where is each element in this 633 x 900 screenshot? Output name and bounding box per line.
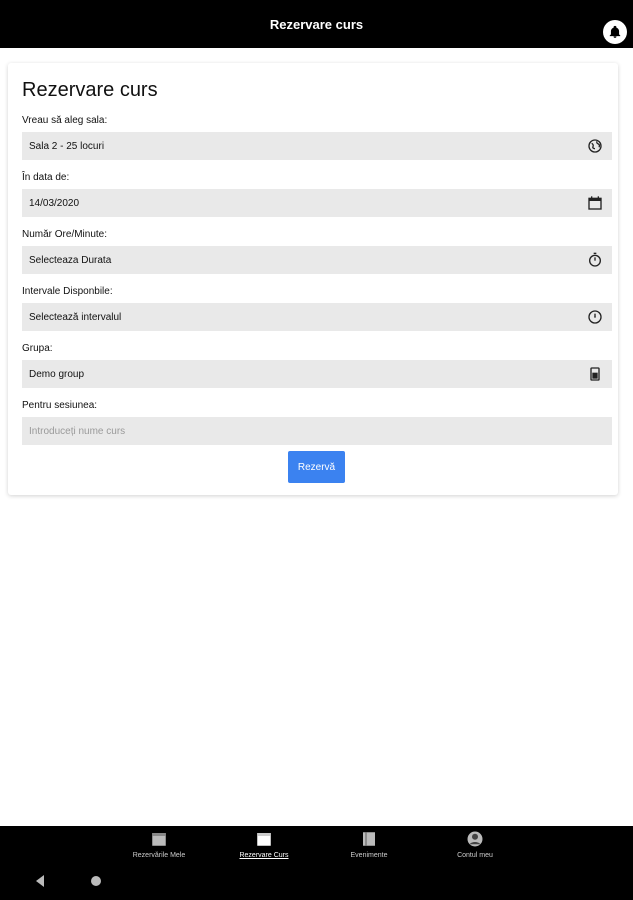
room-select[interactable]: Sala 2 - 25 locuri [22, 132, 612, 160]
calendar-icon [257, 833, 271, 846]
book-icon [363, 832, 375, 846]
calendar-icon [152, 833, 166, 846]
session-name-input[interactable]: Introduceți nume curs [22, 417, 612, 445]
trash-icon [586, 365, 604, 383]
stopwatch-icon [586, 251, 604, 269]
duration-label: Număr Ore/Minute: [22, 229, 108, 240]
room-label: Vreau să aleg sala: [22, 115, 108, 126]
app-bar-title: Rezervare curs [269, 16, 364, 32]
user-icon [467, 831, 483, 847]
session-label: Pentru sesiunea: [22, 400, 98, 411]
interval-label: Intervale Disponbile: [22, 286, 113, 297]
nav-item-my-reservations[interactable]: Rezervările Mele [114, 830, 204, 859]
nav-label: Rezervările Mele [132, 852, 186, 859]
date-field[interactable]: 14/03/2020 [22, 189, 612, 217]
clock-icon [586, 308, 604, 326]
nav-label: Rezervare Curs [239, 852, 289, 859]
room-value: Sala 2 - 25 locuri [29, 140, 105, 152]
system-navigation [0, 870, 633, 894]
group-select[interactable]: Demo group [22, 360, 612, 388]
booking-form-card: Rezervare curs Vreau să aleg sala: Sala … [8, 63, 618, 495]
group-value: Demo group [29, 368, 85, 380]
nav-item-events[interactable]: Evenimente [324, 830, 414, 859]
app-bar: Rezervare curs [0, 0, 633, 48]
bell-icon[interactable] [603, 20, 627, 44]
form-heading: Rezervare curs [22, 79, 158, 101]
nav-item-my-account[interactable]: Contul meu [430, 830, 520, 859]
duration-value: Selecteaza Durata [29, 254, 112, 266]
session-placeholder: Introduceți nume curs [29, 425, 126, 437]
calendar-icon [586, 194, 604, 212]
reserve-button[interactable]: Rezervă [288, 451, 345, 483]
home-icon[interactable] [90, 875, 102, 887]
date-label: În data de: [22, 172, 70, 183]
globe-icon [586, 137, 604, 155]
duration-select[interactable]: Selecteaza Durata [22, 246, 612, 274]
nav-label: Contul meu [457, 852, 493, 859]
back-icon[interactable] [34, 874, 46, 888]
nav-label: Evenimente [350, 852, 388, 859]
interval-value: Selectează intervalul [29, 311, 122, 323]
interval-select[interactable]: Selectează intervalul [22, 303, 612, 331]
nav-item-book-course[interactable]: Rezervare Curs [219, 830, 309, 859]
group-label: Grupa: [22, 343, 53, 354]
date-value: 14/03/2020 [29, 197, 80, 209]
